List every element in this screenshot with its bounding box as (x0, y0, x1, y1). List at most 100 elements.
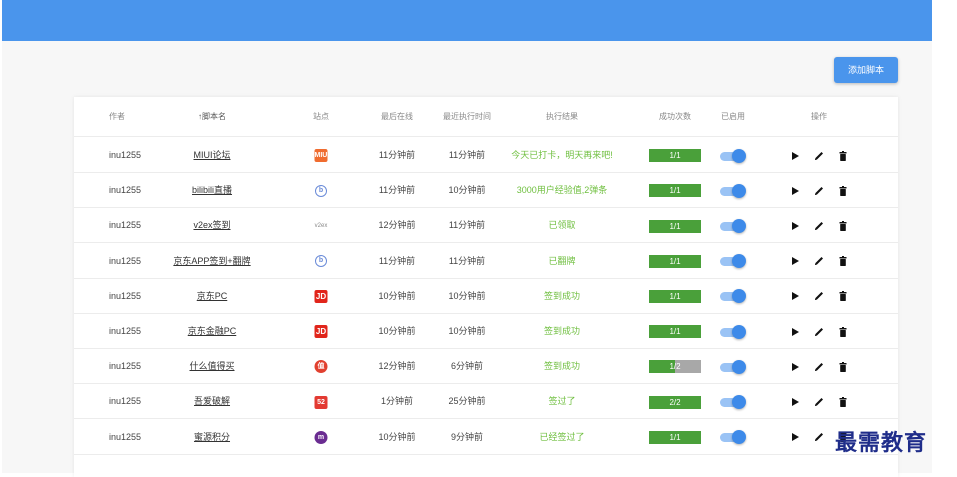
delete-icon[interactable] (837, 361, 849, 373)
play-icon[interactable] (789, 326, 801, 338)
edit-icon[interactable] (813, 185, 825, 197)
script-name-link[interactable]: v2ex签到 (193, 208, 230, 243)
last-run-cell: 10分钟前 (448, 185, 486, 196)
play-icon[interactable] (789, 150, 801, 162)
last-online-cell: 12分钟前 (378, 361, 416, 372)
delete-icon[interactable] (837, 220, 849, 232)
success-count-badge: 1/1 (649, 184, 701, 198)
enabled-toggle[interactable] (720, 183, 746, 198)
edit-icon[interactable] (813, 220, 825, 232)
enabled-cell (720, 314, 746, 349)
site-cell: m (314, 420, 328, 455)
enabled-cell (720, 244, 746, 279)
script-name-link[interactable]: 京东PC (197, 279, 228, 314)
operations-cell (783, 208, 855, 243)
header-enabled[interactable]: 已启用 (721, 97, 745, 137)
52pojie-icon: 52 (314, 395, 328, 409)
edit-icon[interactable] (813, 255, 825, 267)
enabled-toggle[interactable] (720, 359, 746, 374)
site-cell: MIUI (314, 138, 329, 173)
header-author[interactable]: 作者 (109, 97, 125, 137)
play-icon[interactable] (789, 431, 801, 443)
play-icon[interactable] (789, 220, 801, 232)
last-online-cell: 11分钟前 (378, 255, 416, 266)
enabled-toggle[interactable] (720, 254, 746, 269)
header-site[interactable]: 站点 (313, 97, 329, 137)
header-last-run[interactable]: 最近执行时间 (443, 97, 491, 137)
site-cell: 52 (314, 384, 328, 419)
edit-icon[interactable] (813, 150, 825, 162)
delete-icon[interactable] (837, 290, 849, 302)
delete-icon[interactable] (837, 326, 849, 338)
script-name-link[interactable]: bilibili直播 (192, 173, 232, 208)
play-icon[interactable] (789, 255, 801, 267)
edit-icon[interactable] (813, 396, 825, 408)
site-cell: v2ex (314, 208, 328, 243)
edit-icon[interactable] (813, 326, 825, 338)
play-icon[interactable] (789, 290, 801, 302)
result-cell: 已领取 (548, 220, 576, 231)
operations-cell (783, 384, 855, 419)
author-cell: inu1255 (109, 150, 142, 160)
result-cell: 今天已打卡，明天再来吧! (511, 150, 613, 160)
enabled-toggle[interactable] (720, 219, 746, 234)
success-count-cell: 1/1 (649, 244, 701, 279)
header-success-count[interactable]: 成功次数 (659, 97, 691, 137)
last-run-cell: 9分钟前 (450, 431, 484, 442)
success-count-badge: 1/1 (649, 325, 701, 339)
site-cell: JD (314, 314, 328, 349)
script-name-link[interactable]: 京东金融PC (188, 314, 237, 349)
operations-cell (783, 138, 855, 173)
last-online-cell: 10分钟前 (378, 326, 416, 336)
enabled-cell (720, 208, 746, 243)
enabled-cell (720, 279, 746, 314)
table-row: inu1255 京东金融PC JD 10分钟前 10分钟前 签到成功 1/1 (74, 314, 898, 349)
result-cell: 签到成功 (543, 361, 581, 372)
success-count-badge: 1/1 (649, 149, 701, 163)
operations-cell (783, 173, 855, 208)
edit-icon[interactable] (813, 431, 825, 443)
play-icon[interactable] (789, 185, 801, 197)
script-name-link[interactable]: 什么值得买 (189, 349, 234, 384)
table-row: inu1255 京东PC JD 10分钟前 10分钟前 签到成功 1/1 (74, 279, 898, 314)
add-script-button[interactable]: 添加脚本 (834, 57, 898, 83)
success-count-cell: 1/1 (649, 279, 701, 314)
header-result[interactable]: 执行结果 (546, 97, 578, 137)
last-run-cell: 11分钟前 (448, 255, 486, 266)
result-cell: 签到成功 (543, 290, 581, 301)
header-script-name[interactable]: ↑脚本名 (198, 97, 226, 137)
delete-icon[interactable] (837, 185, 849, 197)
last-run-cell: 10分钟前 (448, 290, 486, 301)
script-name-link[interactable]: 吾爱破解 (194, 384, 230, 419)
last-online-cell: 12分钟前 (378, 220, 416, 231)
success-count-cell: 1/1 (649, 420, 701, 455)
last-run-cell: 25分钟前 (448, 396, 486, 407)
enabled-toggle[interactable] (720, 148, 746, 163)
edit-icon[interactable] (813, 361, 825, 373)
success-count-cell: 2/2 (649, 384, 701, 419)
enabled-cell (720, 173, 746, 208)
enabled-toggle[interactable] (720, 289, 746, 304)
author-cell: inu1255 (109, 326, 142, 336)
enabled-toggle[interactable] (720, 324, 746, 339)
watermark-logo: 最需教育 (835, 430, 928, 456)
jd-finance-icon: JD (314, 325, 328, 339)
script-name-link[interactable]: MIUI论坛 (194, 138, 231, 173)
header-last-online[interactable]: 最后在线 (381, 97, 413, 137)
play-icon[interactable] (789, 396, 801, 408)
play-icon[interactable] (789, 361, 801, 373)
edit-icon[interactable] (813, 290, 825, 302)
table-row: inu1255 蜜源积分 m 10分钟前 9分钟前 已经签过了 1/1 (74, 420, 898, 455)
delete-icon[interactable] (837, 255, 849, 267)
table-row: inu1255 什么值得买 值 12分钟前 6分钟前 签到成功 1/2 (74, 349, 898, 385)
delete-icon[interactable] (837, 150, 849, 162)
script-name-link[interactable]: 蜜源积分 (194, 420, 230, 455)
enabled-toggle[interactable] (720, 395, 746, 410)
scripts-table: 作者 ↑脚本名 站点 最后在线 最近执行时间 执行结果 成功次数 已启用 操作 … (74, 97, 898, 477)
script-name-link[interactable]: 京东APP签到+翻牌 (173, 244, 250, 279)
last-run-cell: 11分钟前 (448, 150, 486, 160)
delete-icon[interactable] (837, 396, 849, 408)
success-count-badge: 1/2 (649, 360, 701, 374)
table-row: inu1255 京东APP签到+翻牌 b 11分钟前 11分钟前 已翻牌 1/1 (74, 244, 898, 279)
enabled-toggle[interactable] (720, 430, 746, 445)
